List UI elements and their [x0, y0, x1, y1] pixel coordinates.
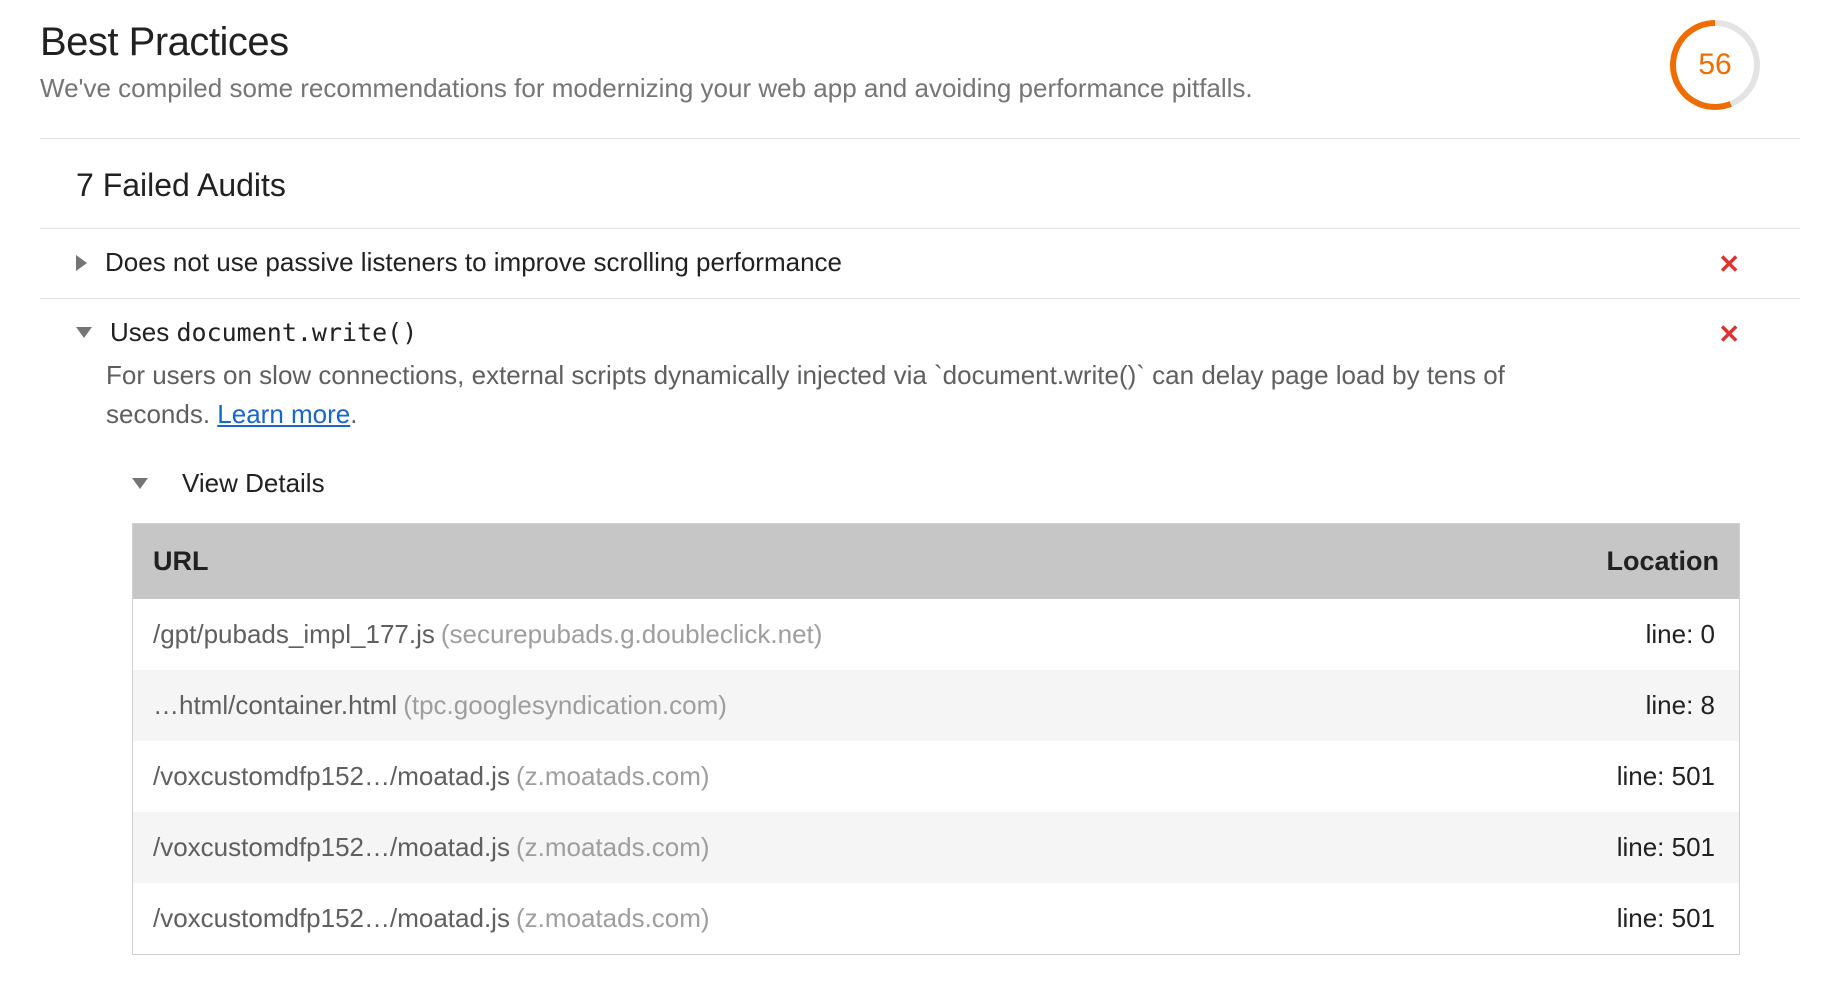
url-domain: (z.moatads.com) [516, 903, 710, 933]
url-domain: (tpc.googlesyndication.com) [403, 690, 727, 720]
audit-title: Does not use passive listeners to improv… [105, 247, 842, 278]
score-gauge-inner: 56 [1676, 26, 1754, 104]
header-text: Best Practices We've compiled some recom… [40, 20, 1670, 106]
column-header-location: Location [1455, 524, 1740, 600]
audit-row-passive-listeners[interactable]: Does not use passive listeners to improv… [40, 229, 1800, 299]
fail-icon: ✕ [1718, 247, 1740, 280]
failed-audits-heading: 7 Failed Audits [40, 139, 1800, 229]
url-path: /voxcustomdfp152…/moatad.js [153, 903, 510, 933]
url-domain: (z.moatads.com) [516, 761, 710, 791]
table-row: …html/container.html(tpc.googlesyndicati… [133, 670, 1740, 741]
learn-more-link[interactable]: Learn more [217, 399, 350, 429]
details-section: View Details URL Location /gpt/pubads_im… [40, 442, 1800, 955]
url-location: line: 501 [1455, 883, 1740, 955]
audit-description: For users on slow connections, external … [76, 348, 1526, 434]
audit-row-document-write[interactable]: Uses document.write() For users on slow … [40, 299, 1800, 442]
view-details-label: View Details [182, 468, 325, 499]
chevron-right-icon [76, 255, 87, 271]
url-path: /voxcustomdfp152…/moatad.js [153, 832, 510, 862]
url-path: /gpt/pubads_impl_177.js [153, 619, 435, 649]
url-path: /voxcustomdfp152…/moatad.js [153, 761, 510, 791]
table-row: /gpt/pubads_impl_177.js(securepubads.g.d… [133, 599, 1740, 670]
url-domain: (securepubads.g.doubleclick.net) [441, 619, 823, 649]
chevron-down-icon [132, 478, 148, 489]
url-location: line: 501 [1455, 812, 1740, 883]
fail-icon: ✕ [1718, 317, 1740, 350]
table-row: /voxcustomdfp152…/moatad.js(z.moatads.co… [133, 741, 1740, 812]
url-location: line: 8 [1455, 670, 1740, 741]
score-gauge: 56 [1670, 20, 1760, 110]
page-subtitle: We've compiled some recommendations for … [40, 71, 1670, 106]
score-value: 56 [1698, 48, 1731, 82]
page-title: Best Practices [40, 20, 1670, 65]
table-row: /voxcustomdfp152…/moatad.js(z.moatads.co… [133, 812, 1740, 883]
audit-title: Uses document.write() [110, 317, 417, 348]
chevron-down-icon [76, 327, 92, 338]
url-location: line: 0 [1455, 599, 1740, 670]
url-location: line: 501 [1455, 741, 1740, 812]
url-path: …html/container.html [153, 690, 397, 720]
details-table: URL Location /gpt/pubads_impl_177.js(sec… [132, 523, 1740, 955]
view-details-toggle[interactable]: View Details [132, 442, 1740, 523]
url-domain: (z.moatads.com) [516, 832, 710, 862]
header: Best Practices We've compiled some recom… [40, 20, 1800, 139]
column-header-url: URL [133, 524, 1455, 600]
table-row: /voxcustomdfp152…/moatad.js(z.moatads.co… [133, 883, 1740, 955]
